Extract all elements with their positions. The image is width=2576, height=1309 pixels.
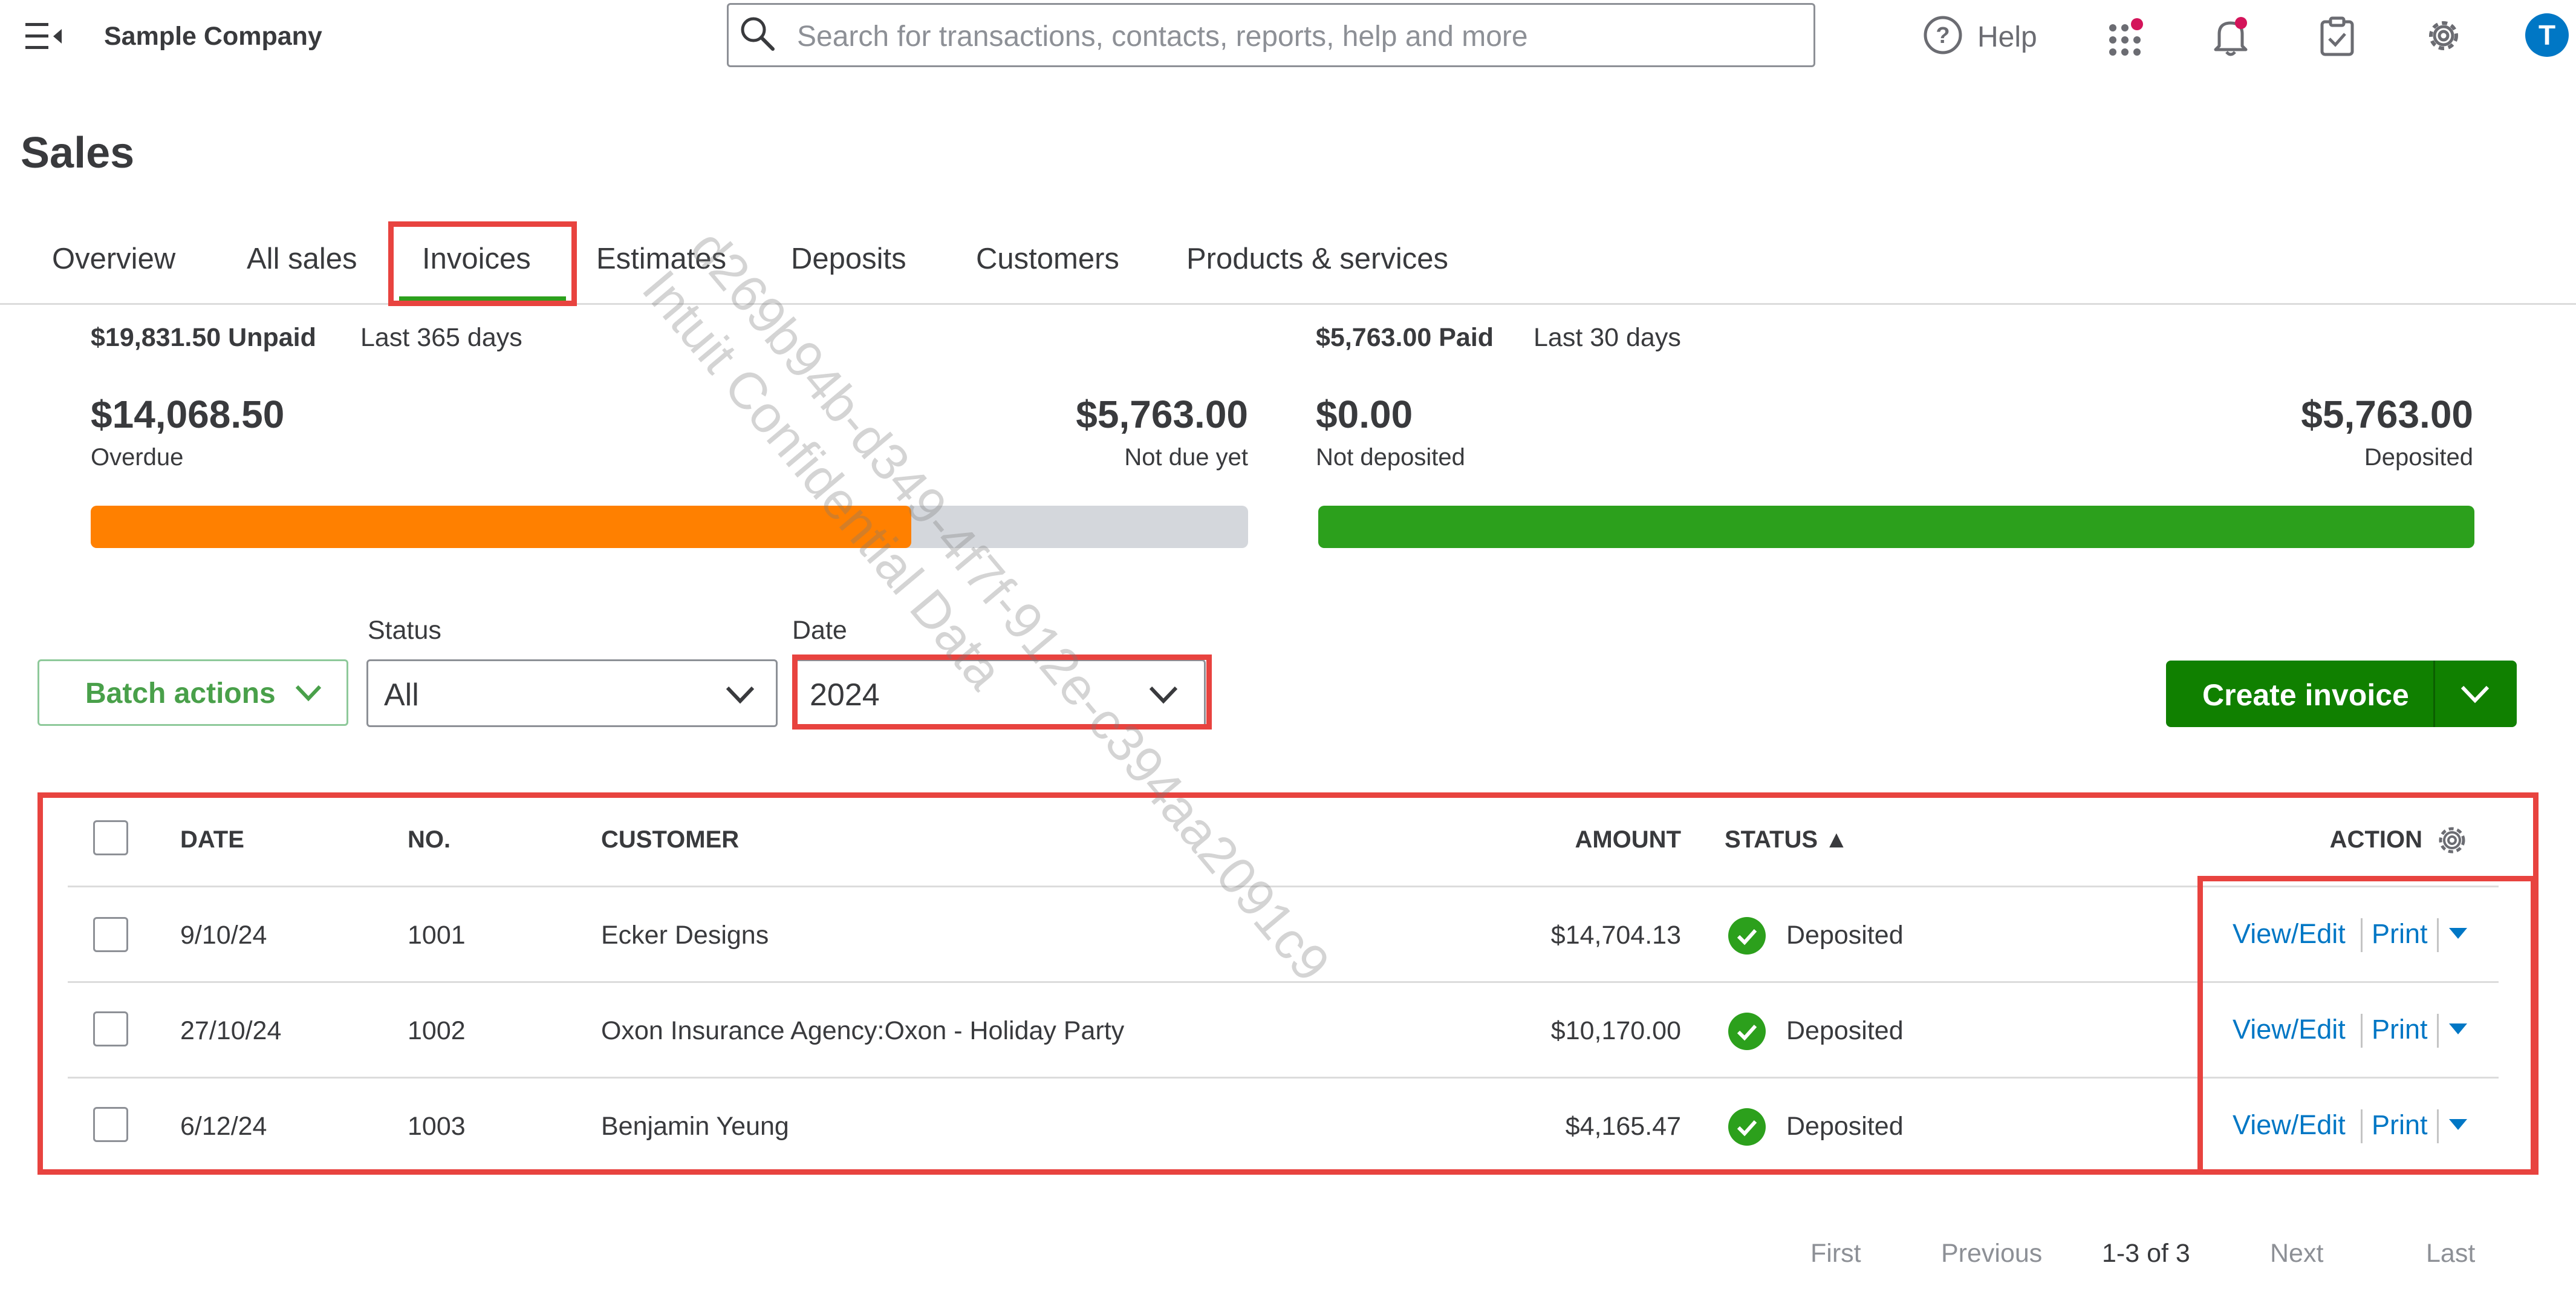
row-checkbox[interactable] bbox=[93, 1107, 128, 1142]
unpaid-period: Last 365 days bbox=[360, 323, 522, 352]
create-invoice-button[interactable]: Create invoice bbox=[2166, 661, 2517, 727]
not-deposited-amount[interactable]: $0.00 bbox=[1316, 392, 1413, 437]
table-settings-gear-icon[interactable] bbox=[2435, 823, 2470, 861]
column-header-customer[interactable]: CUSTOMER bbox=[601, 826, 739, 854]
status-filter-select[interactable]: All bbox=[366, 659, 778, 727]
row-status: Deposited bbox=[1786, 921, 1904, 950]
apps-grid-icon[interactable] bbox=[2107, 17, 2145, 56]
invoices-tab-highlight bbox=[388, 221, 577, 306]
paid-total: $5,763.00 Paid bbox=[1316, 323, 1494, 352]
deposited-label: Deposited bbox=[2364, 444, 2473, 471]
deposited-check-icon bbox=[1728, 1013, 1766, 1050]
pagination-range: 1-3 of 3 bbox=[2102, 1239, 2190, 1268]
row-date: 6/12/24 bbox=[180, 1112, 267, 1141]
status-filter-value: All bbox=[384, 677, 419, 713]
row-customer: Ecker Designs bbox=[601, 921, 769, 950]
pagination-next[interactable]: Next bbox=[2270, 1239, 2323, 1268]
create-invoice-label: Create invoice bbox=[2202, 678, 2409, 712]
chevron-down-icon bbox=[726, 686, 755, 704]
batch-actions-label: Batch actions bbox=[85, 677, 276, 710]
collapse-menu-icon[interactable] bbox=[25, 22, 63, 51]
page-title: Sales bbox=[21, 129, 135, 177]
row-customer: Benjamin Yeung bbox=[601, 1112, 789, 1141]
overdue-bar[interactable] bbox=[91, 506, 912, 548]
not-due-amount[interactable]: $5,763.00 bbox=[1076, 392, 1248, 437]
column-header-amount[interactable]: AMOUNT bbox=[1575, 826, 1681, 854]
unpaid-total: $19,831.50 Unpaid bbox=[91, 323, 316, 352]
row-date: 27/10/24 bbox=[180, 1016, 282, 1045]
tab-all-sales[interactable]: All sales bbox=[247, 242, 357, 276]
row-customer: Oxon Insurance Agency:Oxon - Holiday Par… bbox=[601, 1016, 1125, 1045]
pagination-previous[interactable]: Previous bbox=[1941, 1239, 2042, 1268]
help-icon[interactable]: ? bbox=[1923, 15, 1963, 55]
batch-actions-button[interactable]: Batch actions bbox=[37, 659, 348, 726]
search-icon bbox=[739, 15, 775, 51]
not-deposited-label: Not deposited bbox=[1316, 444, 1465, 471]
action-column-highlight bbox=[2197, 876, 2536, 1175]
tab-products-services[interactable]: Products & services bbox=[1186, 242, 1448, 276]
column-header-no[interactable]: NO. bbox=[408, 826, 450, 854]
notifications-bell-icon[interactable] bbox=[2211, 16, 2251, 57]
row-checkbox[interactable] bbox=[93, 917, 128, 952]
deposited-check-icon bbox=[1728, 917, 1766, 955]
deposited-bar[interactable] bbox=[1318, 506, 2474, 548]
company-name: Sample Company bbox=[104, 22, 322, 51]
table-divider bbox=[68, 1077, 2499, 1079]
status-filter-label: Status bbox=[368, 616, 441, 645]
row-number: 1003 bbox=[408, 1112, 466, 1141]
search-placeholder: Search for transactions, contacts, repor… bbox=[797, 21, 1528, 53]
not-due-label: Not due yet bbox=[1124, 444, 1248, 471]
paid-period: Last 30 days bbox=[1534, 323, 1681, 352]
create-invoice-divider bbox=[2433, 661, 2435, 727]
deposited-check-icon bbox=[1728, 1108, 1766, 1146]
column-header-action: ACTION bbox=[2329, 826, 2422, 853]
column-header-date[interactable]: DATE bbox=[180, 826, 244, 854]
row-amount: $14,704.13 bbox=[1550, 921, 1681, 950]
tab-overview[interactable]: Overview bbox=[52, 242, 175, 276]
date-filter-label: Date bbox=[792, 616, 847, 645]
tab-deposits[interactable]: Deposits bbox=[791, 242, 906, 276]
row-amount: $10,170.00 bbox=[1550, 1016, 1681, 1045]
pagination-last[interactable]: Last bbox=[2426, 1239, 2475, 1268]
select-all-checkbox[interactable] bbox=[93, 820, 128, 855]
column-header-status[interactable]: STATUS ▲ bbox=[1725, 826, 1849, 854]
row-number: 1001 bbox=[408, 921, 466, 950]
create-invoice-dropdown-icon[interactable] bbox=[2460, 682, 2490, 705]
row-checkbox[interactable] bbox=[93, 1011, 128, 1046]
overdue-label: Overdue bbox=[91, 444, 184, 471]
pagination-first[interactable]: First bbox=[1810, 1239, 1861, 1268]
row-status: Deposited bbox=[1786, 1112, 1904, 1141]
row-number: 1002 bbox=[408, 1016, 466, 1045]
user-avatar[interactable]: T bbox=[2525, 13, 2569, 57]
overdue-amount[interactable]: $14,068.50 bbox=[91, 392, 284, 437]
row-status: Deposited bbox=[1786, 1016, 1904, 1045]
deposited-amount[interactable]: $5,763.00 bbox=[2301, 392, 2473, 437]
row-date: 9/10/24 bbox=[180, 921, 267, 950]
chevron-down-icon bbox=[295, 685, 322, 702]
tasks-clipboard-icon[interactable] bbox=[2318, 16, 2356, 57]
row-amount: $4,165.47 bbox=[1565, 1112, 1681, 1141]
tab-customers[interactable]: Customers bbox=[976, 242, 1119, 276]
settings-gear-icon[interactable] bbox=[2424, 16, 2464, 56]
svg-text:?: ? bbox=[1936, 23, 1950, 48]
tabs-divider bbox=[0, 303, 2576, 305]
help-button[interactable]: Help bbox=[1977, 21, 2037, 54]
